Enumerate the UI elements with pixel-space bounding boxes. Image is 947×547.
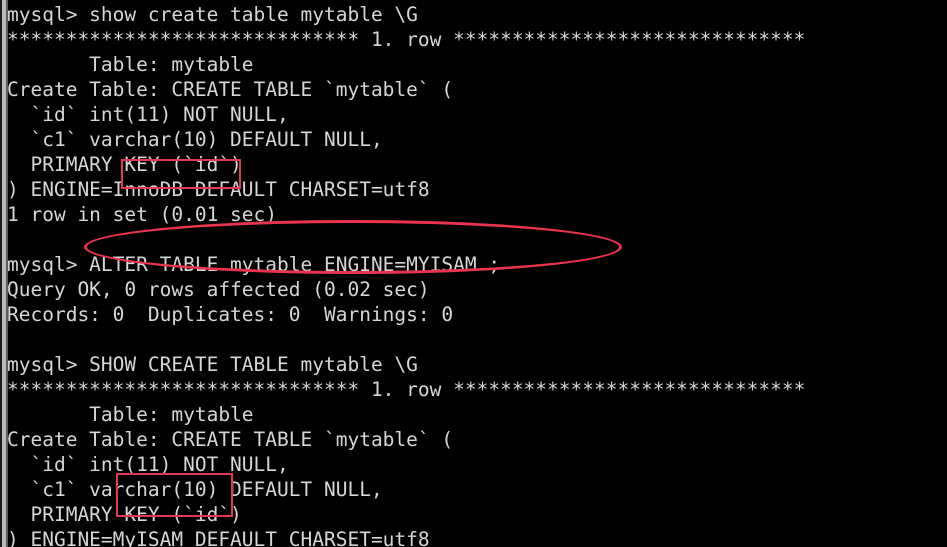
terminal-window: mysql> show create table mytable \G *****… (0, 0, 947, 547)
terminal-line: mysql> SHOW CREATE TABLE mytable \G (7, 353, 418, 376)
terminal-output[interactable]: mysql> show create table mytable \G *****… (7, 2, 947, 547)
terminal-line: Table: mytable (7, 403, 254, 426)
terminal-line: Create Table: CREATE TABLE `mytable` ( (7, 428, 454, 451)
terminal-line: ) ENGINE=InnoDB DEFAULT CHARSET=utf8 (7, 178, 430, 201)
terminal-line: Query OK, 0 rows affected (0.02 sec) (7, 278, 430, 301)
terminal-line: mysql> ALTER TABLE mytable ENGINE=MYISAM… (7, 253, 501, 276)
terminal-line: ) ENGINE=MyISAM DEFAULT CHARSET=utf8 (7, 528, 430, 547)
terminal-line: `c1` varchar(10) DEFAULT NULL, (7, 128, 383, 151)
terminal-line: `c1` varchar(10) DEFAULT NULL, (7, 478, 383, 501)
terminal-line: PRIMARY KEY (`id`) (7, 503, 242, 526)
terminal-line: PRIMARY KEY (`id`) (7, 153, 242, 176)
terminal-line: `id` int(11) NOT NULL, (7, 453, 289, 476)
terminal-line: ****************************** 1. row **… (7, 378, 806, 401)
terminal-line: Records: 0 Duplicates: 0 Warnings: 0 (7, 303, 454, 326)
terminal-line: ****************************** 1. row **… (7, 28, 806, 51)
terminal-line: Table: mytable (7, 53, 254, 76)
terminal-line: 1 row in set (0.01 sec) (7, 203, 278, 226)
terminal-line: Create Table: CREATE TABLE `mytable` ( (7, 78, 454, 101)
terminal-line: mysql> show create table mytable \G (7, 3, 418, 26)
terminal-line: `id` int(11) NOT NULL, (7, 103, 289, 126)
